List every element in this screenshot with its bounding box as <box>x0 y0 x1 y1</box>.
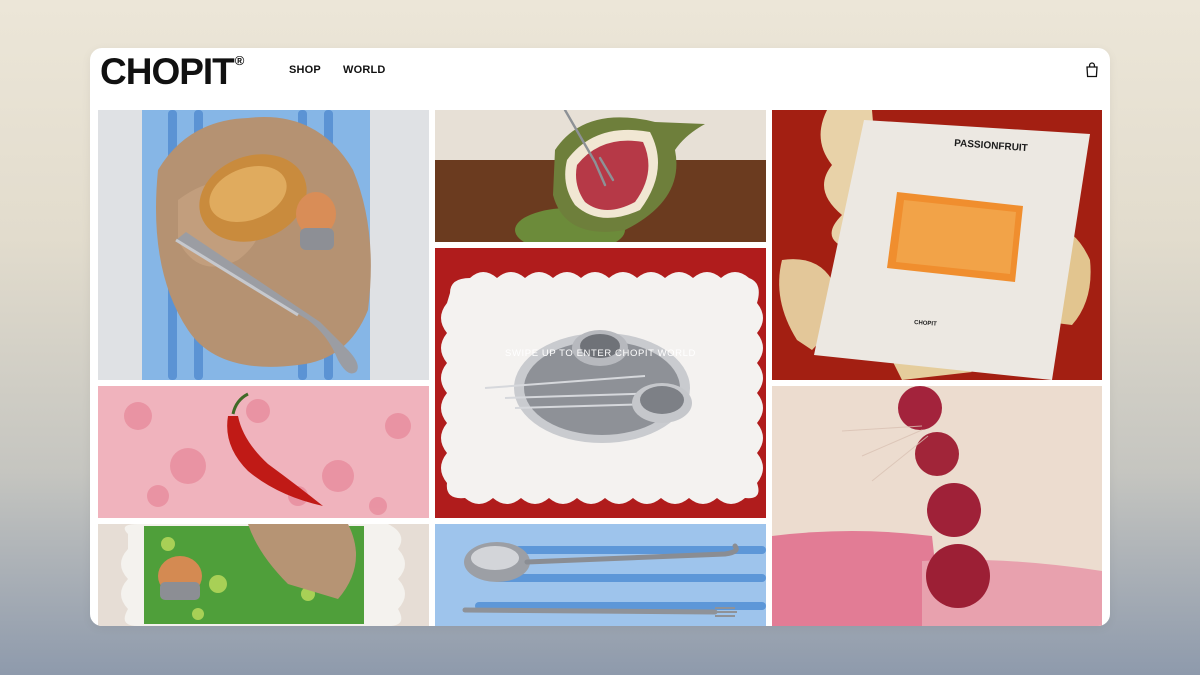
shopping-bag-icon[interactable] <box>1085 62 1099 78</box>
site-header: CHOPIT® SHOP WORLD <box>90 48 1110 108</box>
tile-chili[interactable] <box>98 386 429 518</box>
hero-utensils-image <box>435 248 766 518</box>
nav-shop-link[interactable]: SHOP <box>289 64 321 76</box>
nav-world-link[interactable]: WORLD <box>343 64 386 76</box>
bread-breakfast-image <box>98 110 429 380</box>
tile-passionfruit-poster[interactable]: PASSIONFRUIT CHOPIT <box>772 110 1102 380</box>
tile-spoon-fork[interactable] <box>435 524 766 626</box>
logo-text: CHOPIT <box>100 51 235 92</box>
tile-radishes[interactable] <box>772 386 1102 626</box>
registered-mark: ® <box>234 53 245 68</box>
tile-bread-breakfast[interactable] <box>98 110 429 380</box>
swipe-up-hint: SWIPE UP TO ENTER CHOPIT WORLD <box>505 348 696 359</box>
chili-pepper-image <box>98 386 429 518</box>
egg-green-board-image <box>98 524 429 626</box>
tile-fig[interactable] <box>435 110 766 242</box>
browser-window: CHOPIT® SHOP WORLD PASSIONFRUIT CHOPIT S… <box>90 48 1110 626</box>
logo[interactable]: CHOPIT® <box>100 51 245 93</box>
spoon-fork-image <box>435 524 766 626</box>
radishes-image <box>772 386 1102 626</box>
fig-image <box>435 110 766 242</box>
passionfruit-poster-image: PASSIONFRUITCHOPIT <box>772 110 1102 380</box>
tile-hero-utensils[interactable]: SWIPE UP TO ENTER CHOPIT WORLD <box>435 248 766 518</box>
tile-egg-green-board[interactable] <box>98 524 429 626</box>
